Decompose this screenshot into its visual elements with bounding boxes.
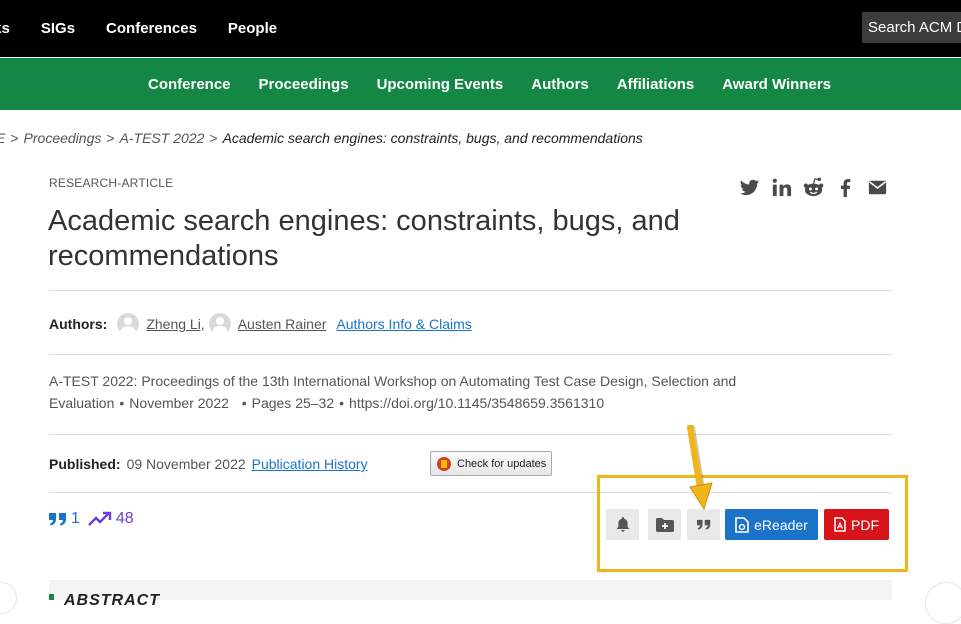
publication-history-link[interactable]: Publication History <box>252 456 368 472</box>
nav-authors[interactable]: Authors <box>531 76 589 93</box>
abstract-heading: ABSTRACT <box>64 592 160 609</box>
linkedin-icon[interactable] <box>770 176 793 199</box>
venue-date: November 2022 <box>129 395 229 411</box>
author-link[interactable]: Zheng Li, <box>146 316 204 332</box>
scroll-nav-left[interactable] <box>0 582 17 614</box>
article-type: RESEARCH-ARTICLE <box>49 176 174 190</box>
venue-proceedings-link[interactable]: A-TEST 2022: Proceedings of the 13th Int… <box>49 373 736 389</box>
breadcrumb-item[interactable]: Proceedings <box>24 130 102 146</box>
download-count[interactable]: 48 <box>116 510 134 528</box>
crossmark-icon <box>437 456 451 471</box>
nav-affiliations[interactable]: Affiliations <box>617 76 695 93</box>
top-nav: oks SIGs Conferences People <box>0 0 308 57</box>
check-for-updates-button[interactable]: Check for updates <box>430 451 552 476</box>
top-nav-item-conferences[interactable]: Conferences <box>106 20 197 37</box>
divider <box>49 354 892 355</box>
authors-info-link[interactable]: Authors Info & Claims <box>336 316 471 332</box>
divider <box>49 290 892 291</box>
email-icon[interactable] <box>866 176 889 199</box>
avatar <box>117 313 140 335</box>
facebook-icon[interactable] <box>834 176 857 199</box>
nav-upcoming-events[interactable]: Upcoming Events <box>377 76 504 93</box>
page-title: Academic search engines: constraints, bu… <box>48 205 680 272</box>
divider <box>49 434 892 435</box>
check-for-updates-label: Check for updates <box>457 457 547 470</box>
published-row: Published: 09 November 2022 Publication … <box>49 456 368 472</box>
metrics: 1 48 <box>49 510 134 528</box>
top-nav-item-books[interactable]: oks <box>0 20 10 37</box>
citation-quote-icon <box>49 513 66 526</box>
nav-conference[interactable]: Conference <box>148 76 231 93</box>
top-nav-item-people[interactable]: People <box>228 20 277 37</box>
venue-info: A-TEST 2022: Proceedings of the 13th Int… <box>49 373 737 411</box>
venue-pages: Pages 25–32 <box>251 395 335 411</box>
conference-nav: Conference Proceedings Upcoming Events A… <box>148 58 859 110</box>
avatar <box>208 313 231 335</box>
nav-proceedings[interactable]: Proceedings <box>259 76 349 93</box>
authors-label: Authors: <box>49 316 108 332</box>
search-input[interactable]: Search ACM DL <box>862 12 961 43</box>
breadcrumb: E>Proceedings>A-TEST 2022>Academic searc… <box>0 130 643 146</box>
trending-up-icon <box>88 511 112 526</box>
citation-count[interactable]: 1 <box>71 510 80 528</box>
share-icons <box>738 176 898 199</box>
breadcrumb-item[interactable]: E <box>0 130 5 146</box>
nav-award-winners[interactable]: Award Winners <box>722 76 831 93</box>
twitter-icon[interactable] <box>738 176 761 199</box>
reddit-icon[interactable] <box>802 176 825 199</box>
published-date: 09 November 2022 <box>126 456 246 472</box>
author-link[interactable]: Austen Rainer <box>238 316 327 332</box>
section-marker <box>49 594 54 600</box>
top-nav-item-sigs[interactable]: SIGs <box>41 20 75 37</box>
breadcrumb-current: Academic search engines: constraints, bu… <box>222 130 643 146</box>
highlight-box <box>597 475 908 572</box>
breadcrumb-item[interactable]: A-TEST 2022 <box>120 130 205 146</box>
scroll-nav-right[interactable] <box>925 582 961 624</box>
authors-row: Authors: Zheng Li, Austen Rainer Authors… <box>49 312 472 336</box>
abstract-section: ABSTRACT <box>49 580 892 609</box>
doi-link[interactable]: https://doi.org/10.1145/3548659.3561310 <box>349 395 604 411</box>
venue-proceedings-link[interactable]: Evaluation <box>49 395 114 411</box>
annotation-arrow-icon <box>687 425 713 511</box>
published-label: Published: <box>49 456 121 472</box>
